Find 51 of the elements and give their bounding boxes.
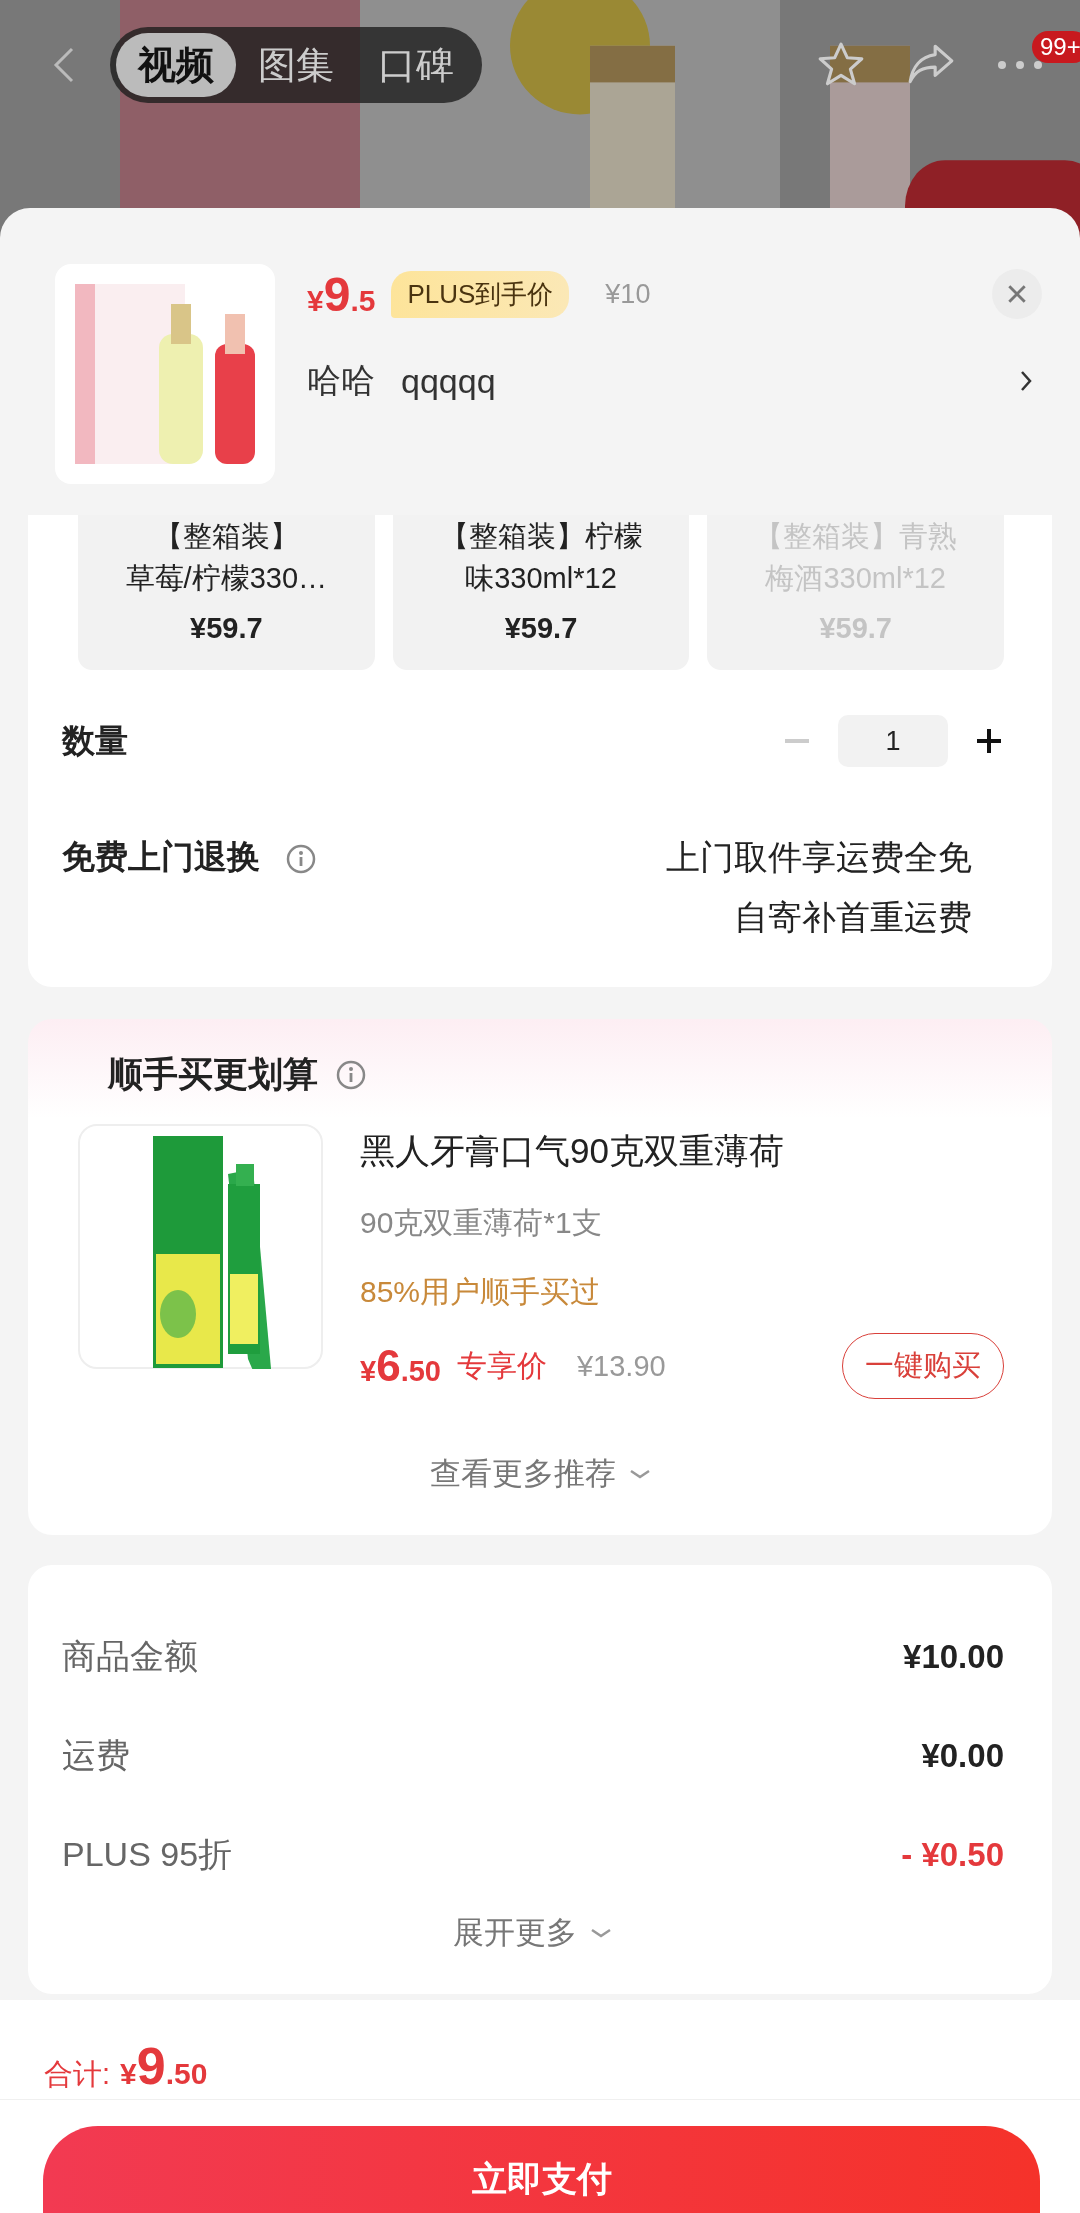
more-icon[interactable] — [996, 59, 1044, 71]
service-note: 上门取件享运费全免 — [666, 837, 972, 878]
purchase-stat: 85%用户顺手买过 — [360, 1274, 602, 1310]
summary-label: 商品金额 — [62, 1635, 198, 1677]
variant-price: ¥59.7 — [504, 612, 578, 645]
total-label: 合计: — [44, 2057, 111, 2092]
product-spec: 90克双重薄荷*1支 — [360, 1205, 603, 1241]
close-icon[interactable] — [1006, 283, 1028, 305]
product-name: 黑人牙膏口气90克双重薄荷 — [360, 1130, 785, 1172]
info-icon[interactable] — [336, 1059, 366, 1090]
quick-buy-button[interactable]: 一键购买 — [842, 1333, 1004, 1399]
tab[interactable]: 口碑 — [356, 33, 476, 97]
tab[interactable]: 图集 — [236, 33, 356, 97]
variant-name: 【整箱装】 — [153, 519, 299, 554]
chevron-right-icon[interactable] — [1020, 369, 1032, 393]
close-button[interactable] — [992, 269, 1042, 319]
price: ¥9.5 — [307, 266, 376, 322]
summary-value: ¥10.00 — [903, 1637, 1004, 1676]
variant-option[interactable]: 【整箱装】柠檬 味330ml*12 ¥59.7 — [392, 515, 690, 670]
chevron-down-icon[interactable] — [589, 1927, 613, 1939]
summary-label: PLUS 95折 — [62, 1833, 233, 1875]
expand-link[interactable]: 展开更多 — [453, 1912, 577, 1954]
notification-badge: 99+ — [1032, 31, 1080, 63]
price: ¥6.50 — [360, 1341, 441, 1391]
quantity-field[interactable]: 1 — [838, 715, 948, 767]
section-title: 顺手买更划算 — [108, 1053, 318, 1095]
plus-icon[interactable] — [974, 726, 1004, 756]
service-label: 免费上门退换 — [62, 837, 260, 877]
selected-spec: qqqqq — [401, 361, 496, 401]
info-icon[interactable] — [286, 844, 316, 874]
summary-value: ¥0.00 — [921, 1736, 1004, 1775]
service-note: 自寄补首重运费 — [734, 897, 972, 938]
variant-price: ¥59.7 — [190, 612, 263, 645]
original-price: ¥10 — [605, 278, 651, 310]
summary-label: 运费 — [62, 1734, 130, 1776]
back-icon[interactable] — [52, 45, 76, 85]
price-tag: PLUS到手价 — [391, 270, 570, 318]
quantity-label: 数量 — [62, 720, 128, 761]
price-label: 专享价 — [456, 1347, 547, 1384]
summary-value: - ¥0.50 — [901, 1835, 1004, 1874]
more-recommendations-link[interactable]: 查看更多推荐 — [430, 1453, 616, 1495]
selected-spec: 哈哈 — [307, 360, 375, 401]
tab[interactable]: 视频 — [116, 33, 236, 97]
pay-button[interactable]: 立即支付 — [43, 2126, 1040, 2213]
variant-name: 味330ml*12 — [465, 561, 617, 596]
original-price: ¥13.90 — [576, 1349, 666, 1383]
total-price: ¥9.50 — [120, 2036, 208, 2096]
variant-name: 草莓/柠檬330… — [125, 561, 328, 596]
chevron-down-icon[interactable] — [628, 1468, 652, 1480]
variant-option[interactable]: 【整箱装】 草莓/柠檬330… ¥59.7 — [78, 515, 375, 670]
variant-name: 【整箱装】柠檬 — [439, 519, 643, 554]
